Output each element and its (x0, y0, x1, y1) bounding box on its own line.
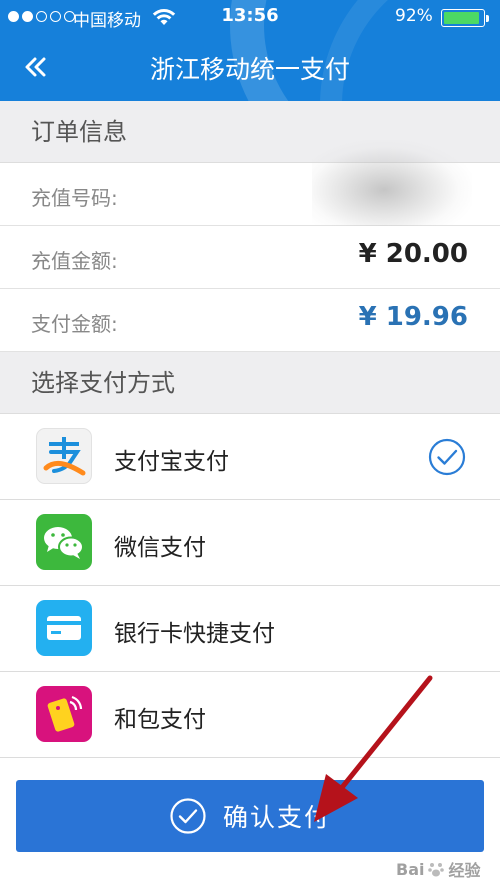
payment-method-alipay[interactable]: 支付宝支付 (0, 414, 500, 500)
paw-icon (428, 863, 445, 877)
bank-card-icon (36, 600, 92, 656)
recharge-amount-label: 充值金额: (31, 249, 118, 273)
redacted-phone-number (312, 140, 472, 240)
payment-method-label: 和包支付 (114, 707, 206, 733)
page-title: 浙江移动统一支付 (149, 55, 350, 84)
selected-check-icon (428, 438, 466, 476)
status-bar: 中国移动 13:56 92% (0, 0, 500, 33)
payment-amount-value: ¥ 19.96 (358, 302, 468, 332)
payment-section-header: 选择支付方式 (0, 352, 500, 414)
payment-amount-label: 支付金额: (31, 312, 118, 336)
payment-amount-row: 支付金额: ¥ 19.96 (0, 289, 500, 352)
recharge-amount-row: 充值金额: ¥ 20.00 (0, 226, 500, 289)
baidu-watermark: Bai 经验 (396, 857, 481, 881)
alipay-icon (36, 428, 92, 484)
watermark-text: Bai (396, 859, 425, 879)
watermark-text: 经验 (448, 861, 481, 880)
annotation-arrow-icon (314, 675, 433, 822)
payment-method-label: 银行卡快捷支付 (114, 621, 275, 647)
nav-bar: 浙江移动统一支付 (0, 33, 500, 101)
recharge-number-label: 充值号码: (31, 186, 118, 210)
battery-icon (441, 9, 489, 27)
battery-percent: 92% (395, 6, 433, 26)
payment-method-label: 微信支付 (114, 535, 206, 561)
hebao-icon (36, 686, 92, 742)
recharge-amount-value: ¥ 20.00 (358, 239, 468, 269)
payment-method-bank-card[interactable]: 银行卡快捷支付 (0, 586, 500, 672)
top-bar: 中国移动 13:56 92% 浙江移动统一支付 (0, 0, 500, 101)
payment-method-wechat[interactable]: 微信支付 (0, 500, 500, 586)
wechat-icon (36, 514, 92, 570)
battery-fill (444, 12, 479, 24)
check-circle-icon (170, 798, 206, 834)
payment-method-label: 支付宝支付 (114, 449, 229, 475)
